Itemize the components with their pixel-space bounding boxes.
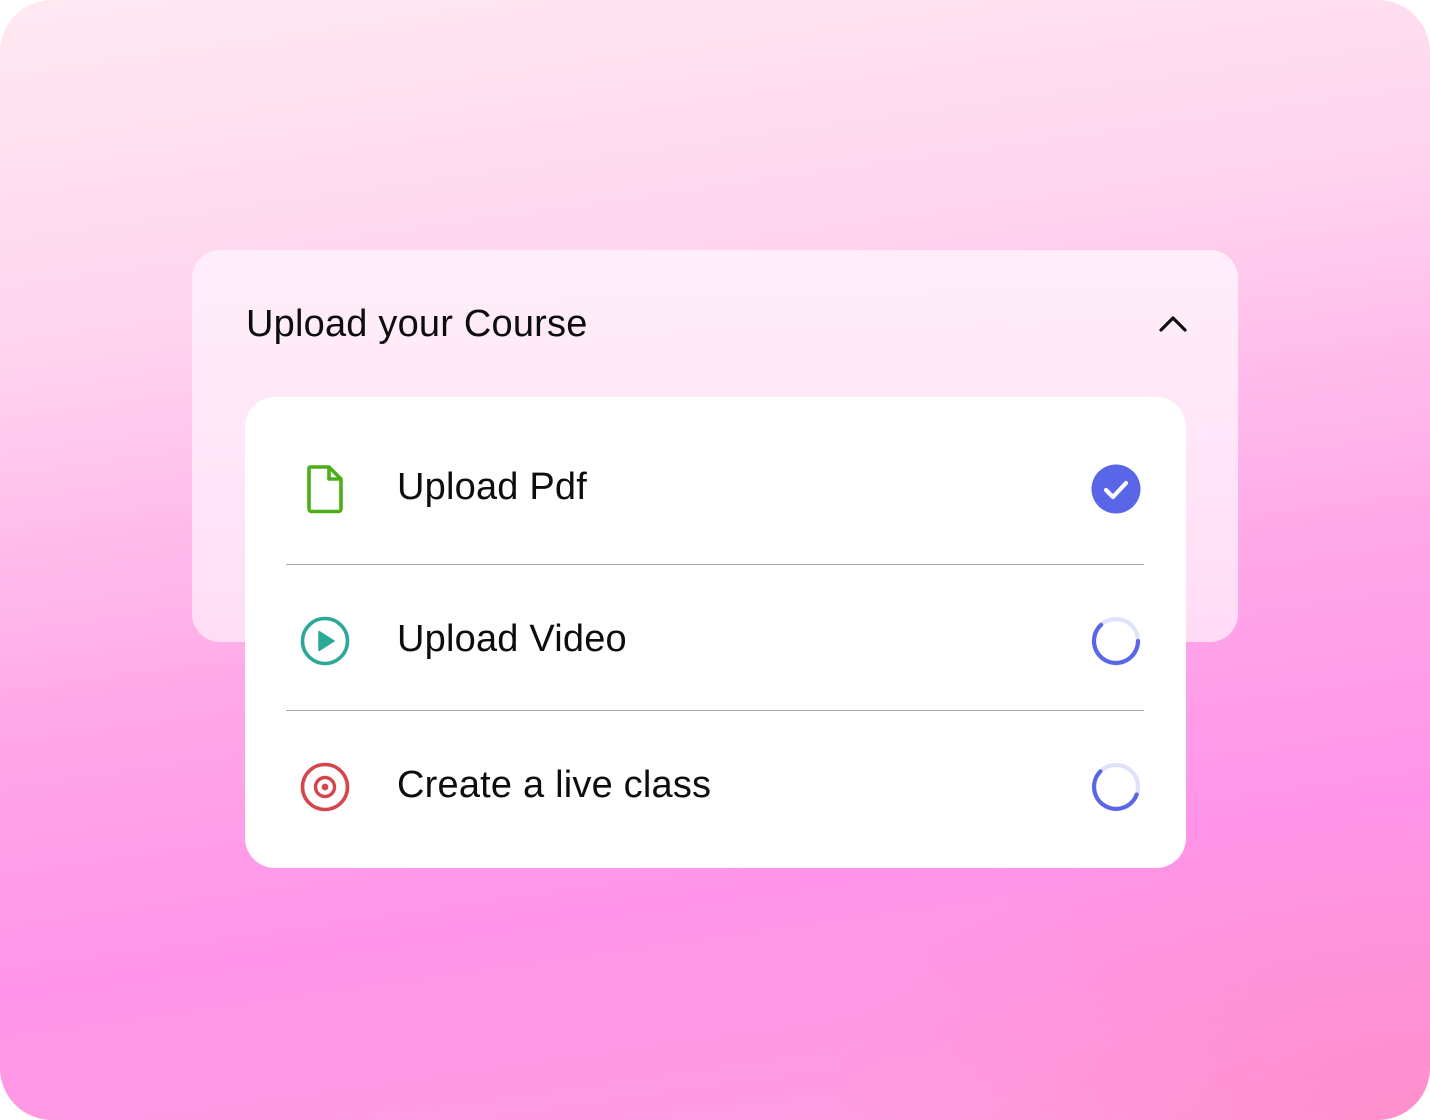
- option-create-live-class[interactable]: Create a live class: [245, 712, 1186, 858]
- upload-options-card: Upload Pdf Upload Video Create a live cl…: [245, 397, 1186, 868]
- status-in-progress: [1085, 610, 1147, 672]
- status-in-progress: [1085, 756, 1147, 818]
- option-label: Upload Pdf: [397, 466, 588, 508]
- option-label: Create a live class: [397, 764, 712, 806]
- live-record-icon: [297, 759, 353, 815]
- check-circle-icon: [1091, 464, 1141, 514]
- divider: [286, 710, 1144, 711]
- panel-title: Upload your Course: [246, 303, 588, 345]
- collapse-button[interactable]: [1150, 300, 1196, 346]
- option-upload-video[interactable]: Upload Video: [245, 566, 1186, 712]
- option-label: Upload Video: [397, 618, 627, 660]
- loading-spinner-icon: [1091, 762, 1141, 812]
- status-completed: [1085, 458, 1147, 520]
- loading-spinner-icon: [1091, 616, 1141, 666]
- divider: [286, 564, 1144, 565]
- file-icon: [297, 461, 353, 517]
- background-canvas: Upload your Course Upload Pdf Upload Vid…: [0, 0, 1430, 1120]
- play-circle-icon: [297, 613, 353, 669]
- option-upload-pdf[interactable]: Upload Pdf: [245, 414, 1186, 560]
- chevron-up-icon: [1159, 316, 1187, 332]
